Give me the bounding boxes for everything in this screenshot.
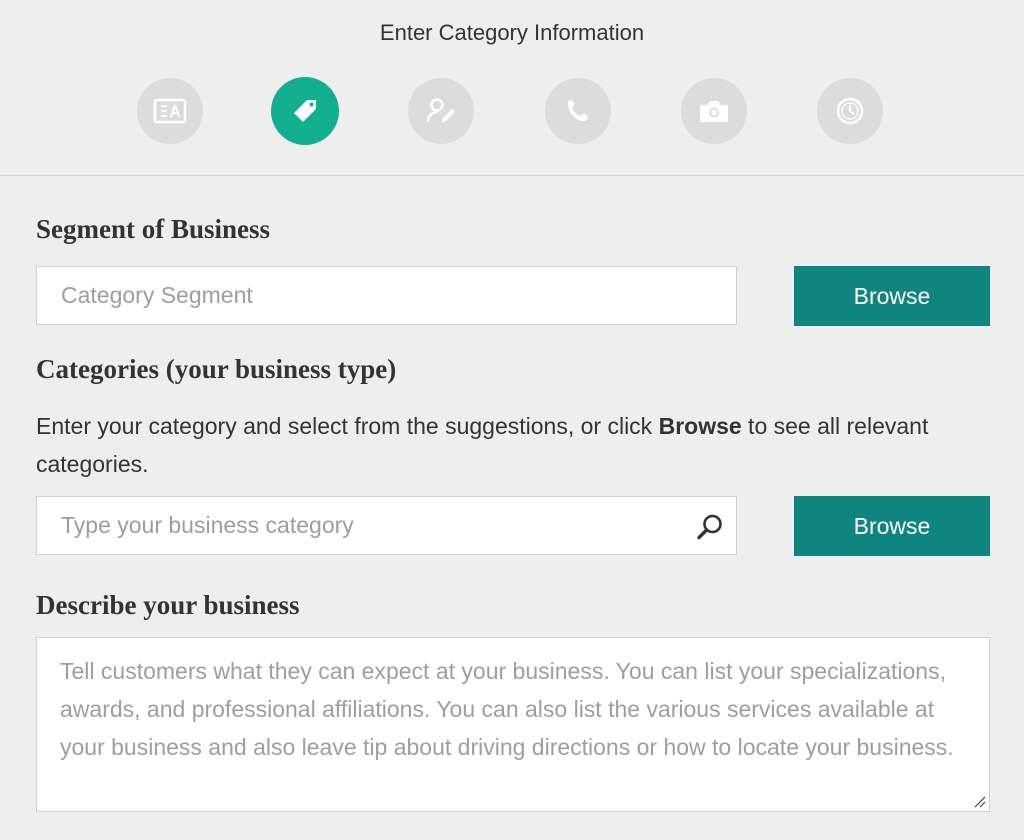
search-icon[interactable] [694,511,726,543]
step-phone[interactable] [545,78,611,144]
categories-section-title: Categories (your business type) [36,354,397,384]
category-segment-input[interactable] [37,267,736,324]
helper-text-before: Enter your category and select from the … [36,413,659,439]
tag-icon [294,100,316,122]
business-description-textarea[interactable] [37,638,989,811]
user-edit-icon [426,98,455,123]
step-contact-person[interactable] [408,78,474,144]
wizard-title: Enter Category Information [379,20,645,45]
camera-icon [700,101,728,122]
category-browse-button[interactable]: Browse [794,496,990,556]
description-section-title: Describe your business [36,590,300,620]
business-category-field[interactable] [36,496,737,555]
resize-grip-icon[interactable] [972,794,986,808]
helper-text-browse: Browse [658,413,742,439]
segment-browse-button[interactable]: Browse [794,266,990,326]
phone-icon [568,100,588,121]
step-business-info[interactable] [137,78,203,144]
segment-section-title: Segment of Business [36,214,271,244]
step-category[interactable] [271,77,339,145]
business-description-field[interactable] [36,637,990,812]
id-card-icon [153,98,187,124]
step-hours[interactable] [817,78,883,144]
step-photos[interactable] [681,78,747,144]
wizard-steps [0,77,1024,146]
category-segment-field[interactable] [36,266,737,325]
wizard-header: Enter Category Information [0,0,1024,176]
clock-icon [836,97,864,125]
categories-helper-text: Enter your category and select from the … [36,407,996,483]
business-category-input[interactable] [37,497,736,554]
